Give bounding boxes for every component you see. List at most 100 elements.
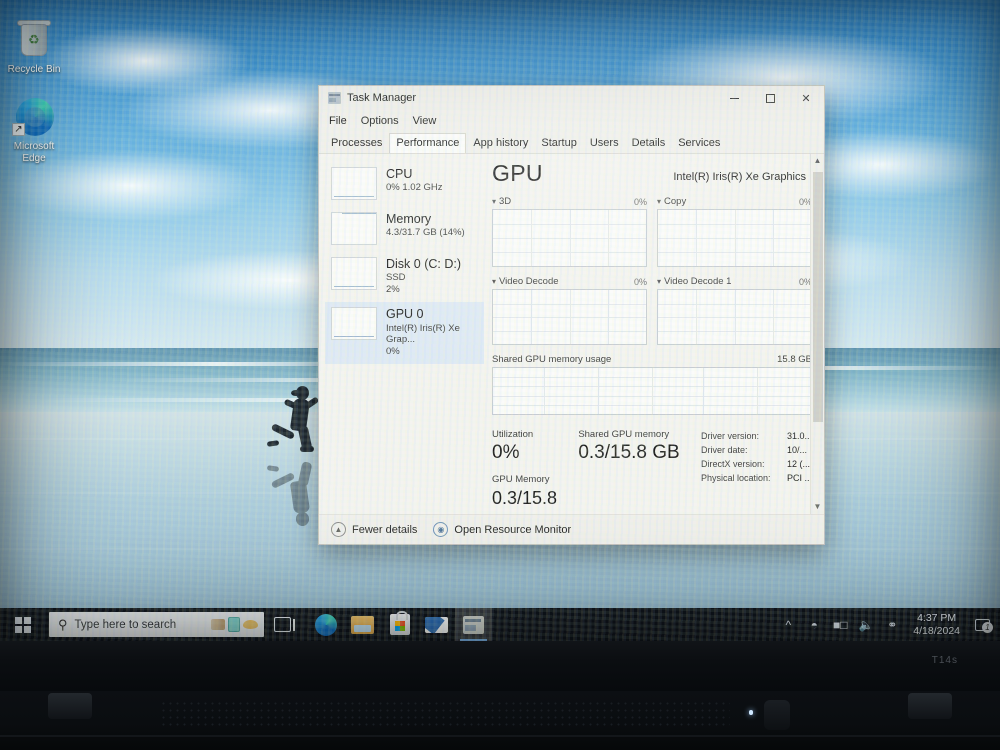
vertical-scrollbar[interactable]: ▲ ▼ <box>810 154 824 514</box>
scroll-up-icon[interactable]: ▲ <box>811 154 825 168</box>
gpu-stats: Utilization 0% GPU Memory 0.3/15.8 GB Sh… <box>492 429 812 514</box>
stat-value: 0.3/15.8 GB <box>578 442 680 463</box>
engine-video-decode-1: ▾ Video Decode 1 0% <box>657 276 812 345</box>
task-manager-icon <box>328 92 341 104</box>
laptop-model-label: T14s <box>931 655 958 666</box>
engine-copy: ▾ Copy 0% <box>657 196 812 267</box>
search-icon: ⚲ <box>58 616 68 632</box>
store-icon <box>389 611 410 635</box>
shared-memory-label: Shared GPU memory usage <box>492 354 612 365</box>
menu-item-view[interactable]: View <box>413 115 437 127</box>
memory-mini-graph <box>331 212 377 245</box>
edge-icon: ↗ <box>2 95 66 141</box>
show-hidden-icons-button[interactable]: ^ <box>775 608 801 641</box>
stat-label: Utilization <box>492 429 534 440</box>
engine-graph-video-decode <box>492 289 647 345</box>
tab-details[interactable]: Details <box>626 134 672 153</box>
taskbar-search-box[interactable]: ⚲ Type here to search <box>49 612 264 637</box>
chevron-down-icon[interactable]: ▾ <box>492 277 496 286</box>
info-key: Driver date: <box>700 445 748 455</box>
engine-3d: ▾ 3D 0% <box>492 196 647 267</box>
battery-icon[interactable]: ■□ <box>827 608 853 641</box>
close-button[interactable]: ✕ <box>788 86 824 110</box>
mail-icon <box>425 616 448 633</box>
desktop-icon-recycle-bin[interactable]: ♻ Recycle Bin <box>2 18 66 76</box>
suitcase-icon <box>228 617 240 632</box>
folder-icon <box>351 615 374 634</box>
tab-services[interactable]: Services <box>672 134 726 153</box>
task-manager-window[interactable]: Task Manager ✕ File Options View Process… <box>318 85 825 545</box>
shared-memory-graph <box>492 367 812 415</box>
resource-monitor-icon: ◉ <box>433 522 449 537</box>
gpu-detail-pane: GPU Intel(R) Iris(R) Xe Graphics ▾ 3D 0% <box>484 154 824 514</box>
taskbar-clock[interactable]: 4:37 PM 4/18/2024 <box>905 612 968 638</box>
chevron-down-icon[interactable]: ▾ <box>657 197 661 206</box>
info-value: 31.0... <box>786 431 812 441</box>
scroll-down-icon[interactable]: ▼ <box>811 500 825 514</box>
info-row-driver-version: Driver version: 31.0... <box>701 429 812 443</box>
taskbar-app-task-manager[interactable] <box>455 608 492 641</box>
fewer-details-button[interactable]: ▲ Fewer details <box>331 522 417 537</box>
info-value: PCI ... <box>786 473 812 483</box>
stat-utilization: Utilization 0% GPU Memory 0.3/15.8 GB <box>492 429 578 514</box>
taskbar-app-file-explorer[interactable] <box>344 608 381 641</box>
notifications-button[interactable]: 1 <box>968 608 996 641</box>
tab-users[interactable]: Users <box>584 134 625 153</box>
laptop-power-button[interactable] <box>764 700 790 730</box>
menu-item-options[interactable]: Options <box>361 115 399 127</box>
clock-date: 4/18/2024 <box>913 624 960 637</box>
window-footer: ▲ Fewer details ◉ Open Resource Monitor <box>319 514 824 544</box>
menu-bar: File Options View <box>319 110 824 131</box>
desktop-icon-label: Recycle Bin <box>7 64 61 75</box>
title-bar[interactable]: Task Manager ✕ <box>319 86 824 110</box>
resource-item-memory[interactable]: Memory 4.3/31.7 GB (14%) <box>325 207 484 252</box>
tab-bar: Processes Performance App history Startu… <box>319 131 824 153</box>
engine-label: Copy <box>664 196 687 207</box>
laptop-hinge-right <box>908 693 952 719</box>
engine-row-bottom: ▾ Video Decode 0% ▾ Video Decode 1 0% <box>492 276 812 345</box>
tab-app-history[interactable]: App history <box>467 134 534 153</box>
tab-startup[interactable]: Startup <box>535 134 582 153</box>
taskbar-app-microsoft-store[interactable] <box>381 608 418 641</box>
volume-icon[interactable]: 🔈 <box>853 608 879 641</box>
menu-item-file[interactable]: File <box>329 115 347 127</box>
resource-item-cpu[interactable]: CPU 0% 1.02 GHz <box>325 162 484 207</box>
resource-item-gpu[interactable]: GPU 0 Intel(R) Iris(R) Xe Grap... 0% <box>325 302 484 365</box>
chevron-down-icon[interactable]: ▾ <box>492 197 496 206</box>
network-icon[interactable]: ⚭ <box>879 608 905 641</box>
recycle-bin-icon: ♻ <box>2 18 66 64</box>
resource-detail: 4.3/31.7 GB (14%) <box>386 227 465 239</box>
tab-processes[interactable]: Processes <box>325 134 388 153</box>
resource-name: GPU 0 <box>386 307 424 322</box>
resource-name: CPU <box>386 167 413 181</box>
laptop-photo: ♻ Recycle Bin ↗ Microsoft Edge Task Mana… <box>0 0 1000 750</box>
book-icon <box>211 619 225 630</box>
taskbar-app-edge[interactable] <box>307 608 344 641</box>
open-resource-monitor-button[interactable]: ◉ Open Resource Monitor <box>433 522 571 537</box>
minimize-button[interactable] <box>716 86 752 110</box>
window-controls: ✕ <box>716 86 824 110</box>
engine-label: 3D <box>499 196 512 207</box>
resource-monitor-label: Open Resource Monitor <box>454 523 572 536</box>
window-title: Task Manager <box>347 92 417 104</box>
info-value: 10/... <box>786 445 807 455</box>
info-row-directx-version: DirectX version: 12 (... <box>701 457 812 471</box>
maximize-button[interactable] <box>752 86 788 110</box>
chevron-down-icon[interactable]: ▾ <box>657 277 661 286</box>
desktop-icon-microsoft-edge[interactable]: ↗ Microsoft Edge <box>2 95 66 165</box>
pane-header: GPU Intel(R) Iris(R) Xe Graphics <box>492 160 812 187</box>
search-illustration <box>211 617 258 632</box>
laptop-keyboard-edge <box>0 735 1000 737</box>
resource-item-disk[interactable]: Disk 0 (C: D:) SSD 2% <box>325 252 484 302</box>
info-value: 12 (... <box>786 459 810 469</box>
task-view-button[interactable] <box>264 608 301 641</box>
engine-label: Video Decode 1 <box>664 276 732 287</box>
shortcut-arrow-icon: ↗ <box>12 123 25 136</box>
onedrive-icon[interactable]: ◓ <box>801 608 827 641</box>
tab-performance[interactable]: Performance <box>389 133 467 153</box>
scrollbar-track[interactable] <box>811 168 825 500</box>
performance-body: CPU 0% 1.02 GHz Memory 4.3/31.7 GB (14%) <box>319 153 824 514</box>
shared-memory-graph-header: Shared GPU memory usage 15.8 GB <box>492 354 812 365</box>
taskbar-app-mail[interactable] <box>418 608 455 641</box>
start-button[interactable] <box>0 608 46 641</box>
